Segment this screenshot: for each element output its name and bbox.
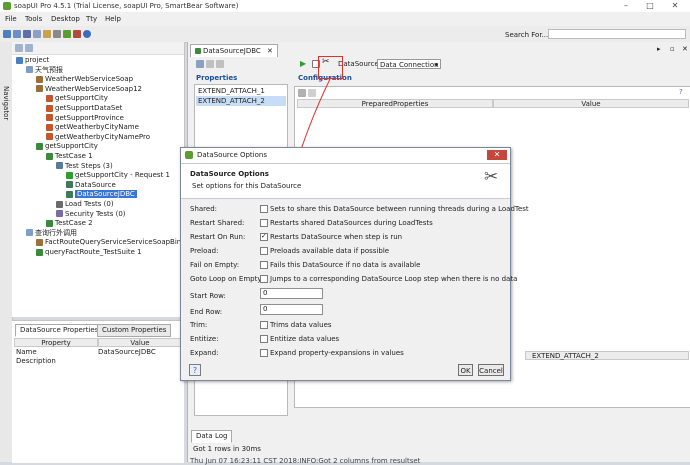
option-checkbox[interactable] [260,205,268,213]
option-label: Restart Shared: [190,219,245,227]
option-description: Sets to share this DataSource between ru… [270,205,529,213]
option-description: Trims data values [270,321,332,329]
dialog-header-subtitle: Set options for this DataSource [192,182,302,190]
option-description: Restarts shared DataSources during LoadT… [270,219,433,227]
end-row-label: End Row: [190,308,223,316]
option-label: Shared: [190,205,218,213]
option-description: Entitize data values [270,335,340,343]
start-row-input[interactable]: 0 [260,288,323,299]
option-label: Restart On Run: [190,233,246,241]
option-checkbox[interactable] [260,247,268,255]
dialog-title: DataSource Options [197,151,267,159]
dialog-help-icon[interactable]: ? [189,364,201,376]
option-description: Jumps to a corresponding DataSource Loop… [270,275,518,283]
option-description: Fails this DataSource if no data is avai… [270,261,421,269]
option-checkbox[interactable] [260,349,268,357]
option-checkbox[interactable] [260,261,268,269]
datasource-options-dialog: DataSource Options ✕ DataSource Options … [180,147,529,381]
ok-button[interactable]: OK [458,364,473,376]
dialog-header: DataSource Options Set options for this … [181,164,510,199]
dialog-app-icon [185,151,193,159]
cancel-button[interactable]: Cancel [478,364,504,376]
option-checkbox[interactable] [260,321,268,329]
option-label: Goto Loop on Empty: [190,275,264,283]
dialog-close-button[interactable]: ✕ [487,150,507,160]
option-label: Trim: [190,321,208,329]
option-checkbox[interactable] [260,275,268,283]
option-description: Expand property-expansions in values [270,349,404,357]
option-description: Restarts DataSource when step is run [270,233,403,241]
option-checkbox[interactable] [260,232,268,241]
dialog-header-title: DataSource Options [190,170,269,178]
option-description: Preloads available data if possible [270,247,390,255]
option-label: Entitize: [190,335,219,343]
option-checkbox[interactable] [260,335,268,343]
option-label: Preload: [190,247,219,255]
tools-icon: ✂ [484,167,499,187]
option-label: Expand: [190,349,219,357]
dialog-title-bar: DataSource Options ✕ [181,148,510,164]
end-row-input[interactable]: 0 [260,304,323,315]
option-label: Fail on Empty: [190,261,240,269]
option-checkbox[interactable] [260,219,268,227]
start-row-label: Start Row: [190,292,226,300]
